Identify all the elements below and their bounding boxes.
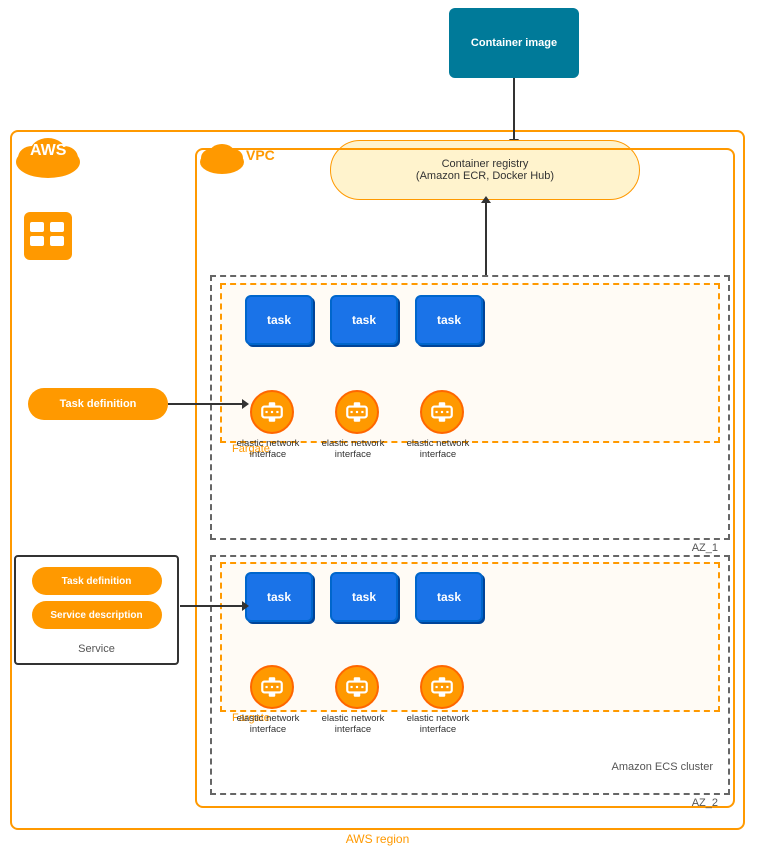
arrow-service-to-az2 [180, 605, 243, 607]
arrow-task-def-to-az1 [168, 403, 243, 405]
eni-az2-1-label: elastic networkinterface [234, 713, 302, 736]
aws-label: AWS [30, 142, 66, 160]
task-az2-1: task [245, 572, 313, 622]
eni-az2-2-icon [335, 665, 379, 709]
eni-az1-1-icon [250, 390, 294, 434]
aws-cloud-logo: AWS [12, 132, 84, 185]
aws-region-label: AWS region [346, 832, 410, 846]
task-definition-pill: Task definition [28, 388, 168, 420]
eni-az1-2-label: elastic networkinterface [319, 438, 387, 461]
az1-label: AZ_1 [692, 542, 718, 554]
eni-az1-2-icon [335, 390, 379, 434]
service-box: Task definition Service description Serv… [14, 555, 179, 665]
task-az2-2: task [330, 572, 398, 622]
ecs-icon [22, 210, 74, 265]
arrow-container-to-registry [513, 78, 515, 140]
task-az1-1: task [245, 295, 313, 345]
eni-az1-3-label: elastic networkinterface [404, 438, 472, 461]
ecs-cluster-label: Amazon ECS cluster [612, 761, 713, 773]
eni-az2-3-icon [420, 665, 464, 709]
task-az1-2: task [330, 295, 398, 345]
container-image-label: Container image [471, 37, 557, 49]
container-image-box: Container image [449, 8, 579, 78]
eni-az2-1-icon [250, 665, 294, 709]
task-az2-3: task [415, 572, 483, 622]
eni-az2-2-label: elastic networkinterface [319, 713, 387, 736]
eni-az1-3-icon [420, 390, 464, 434]
task-def-label: Task definition [60, 398, 137, 410]
eni-az1-1-label: elastic networkinterface [234, 438, 302, 461]
service-label: Service [78, 643, 115, 655]
service-description-pill: Service description [32, 601, 162, 629]
az2-label: AZ_2 [692, 797, 718, 809]
task-az1-3: task [415, 295, 483, 345]
eni-az2-3-label: elastic networkinterface [404, 713, 472, 736]
service-task-def-pill: Task definition [32, 567, 162, 595]
